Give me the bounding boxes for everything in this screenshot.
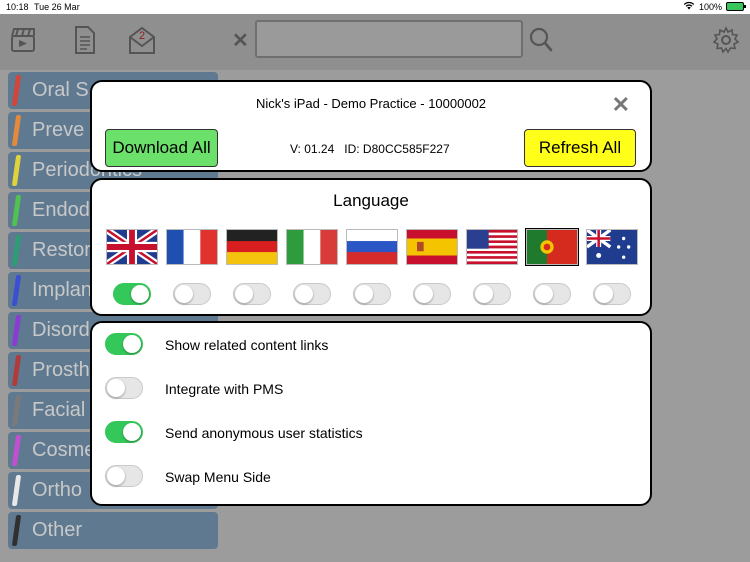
status-date: Tue 26 Mar [34, 2, 80, 12]
document-icon[interactable] [70, 24, 100, 56]
spain-flag-icon[interactable] [406, 229, 458, 265]
toggle-knob [123, 335, 141, 353]
statistics-toggle[interactable] [105, 421, 143, 443]
menu-stripe [11, 315, 22, 346]
portugal-flag-icon[interactable] [526, 229, 578, 265]
wifi-icon [683, 1, 695, 12]
menu-item-label: Implan [32, 279, 93, 301]
toggle-knob [415, 285, 433, 303]
search-icon[interactable] [526, 24, 556, 56]
toggle-knob [175, 285, 193, 303]
status-time: 10:18 [6, 2, 29, 12]
russia-flag-icon[interactable] [346, 229, 398, 265]
toggle-knob [535, 285, 553, 303]
language-toggle-en-au[interactable] [593, 283, 631, 305]
battery-icon [726, 2, 746, 11]
language-toggle-de[interactable] [233, 283, 271, 305]
menu-item-label: Disord [32, 319, 90, 341]
battery-percent: 100% [698, 1, 722, 12]
refresh-all-button[interactable]: Refresh All [524, 129, 636, 167]
setting-row-related-links: Show related content links [92, 329, 650, 359]
germany-flag-icon[interactable] [226, 229, 278, 265]
gear-icon[interactable] [711, 24, 741, 56]
toggle-knob [131, 285, 149, 303]
version-text: V: 01.24 ID: D80CC585F227 [290, 142, 450, 156]
clapperboard-icon[interactable] [8, 24, 38, 56]
menu-stripe [11, 275, 22, 306]
close-icon[interactable]: ✕ [612, 94, 630, 116]
language-toggle-pt[interactable] [533, 283, 571, 305]
menu-item-label: Cosme [32, 439, 96, 461]
mail-badge: 2 [139, 30, 146, 42]
menu-stripe [11, 235, 22, 266]
toggle-knob [355, 285, 373, 303]
language-toggle-en-us[interactable] [473, 283, 511, 305]
status-right: 100% [683, 1, 746, 12]
toggle-knob [295, 285, 313, 303]
menu-item-label: Other [32, 519, 83, 541]
app-toolbar: 2 ✕ [0, 14, 750, 70]
setting-label: Send anonymous user statistics [165, 425, 363, 441]
language-toggle-en-gb[interactable] [113, 283, 151, 305]
menu-item-label: Prosth [32, 359, 90, 381]
menu-stripe [11, 435, 22, 466]
australia-flag-icon[interactable] [586, 229, 638, 265]
pms-toggle[interactable] [105, 377, 143, 399]
menu-item-label: Facial [32, 399, 86, 421]
toggle-knob [595, 285, 613, 303]
swap-menu-toggle[interactable] [105, 465, 143, 487]
setting-row-statistics: Send anonymous user statistics [92, 417, 650, 447]
menu-item[interactable]: Other [8, 512, 218, 549]
menu-stripe [11, 395, 22, 426]
menu-item-label: Ortho [32, 479, 83, 501]
setting-row-pms: Integrate with PMS [92, 373, 650, 403]
menu-item-label: Oral S [32, 79, 89, 101]
language-panel: Language [90, 178, 652, 316]
language-toggle-fr[interactable] [173, 283, 211, 305]
mail-icon[interactable]: 2 [127, 24, 157, 56]
menu-item-label: Preve [32, 119, 85, 141]
related-links-toggle[interactable] [105, 333, 143, 355]
device-title: Nick's iPad - Demo Practice - 10000002 [255, 96, 487, 111]
menu-stripe [11, 475, 22, 506]
toggle-knob [475, 285, 493, 303]
menu-stripe [11, 515, 22, 546]
toggle-knob [123, 423, 141, 441]
menu-item-label: Endod [32, 199, 90, 221]
usa-flag-icon[interactable] [466, 229, 518, 265]
toggle-knob [107, 467, 125, 485]
menu-stripe [11, 195, 22, 226]
language-title: Language [333, 191, 409, 210]
device-panel: Nick's iPad - Demo Practice - 10000002 ✕… [90, 80, 652, 172]
setting-label: Swap Menu Side [165, 469, 271, 485]
toggle-knob [107, 379, 125, 397]
search-input[interactable] [255, 20, 523, 58]
language-toggle-it[interactable] [293, 283, 331, 305]
menu-stripe [11, 155, 22, 186]
toggle-knob [235, 285, 253, 303]
setting-label: Show related content links [165, 337, 329, 353]
uk-flag-icon[interactable] [106, 229, 158, 265]
settings-panel: Show related content links Integrate wit… [90, 321, 652, 506]
setting-row-swap-menu: Swap Menu Side [92, 461, 650, 491]
status-bar: 10:18 Tue 26 Mar 100% [0, 0, 750, 14]
download-all-button[interactable]: Download All [105, 129, 218, 167]
close-icon[interactable]: ✕ [232, 28, 249, 53]
menu-stripe [11, 115, 22, 146]
menu-stripe [11, 355, 22, 386]
italy-flag-icon[interactable] [286, 229, 338, 265]
menu-stripe [11, 75, 22, 106]
language-toggle-ru[interactable] [353, 283, 391, 305]
setting-label: Integrate with PMS [165, 381, 284, 397]
menu-item-label: Restor [32, 239, 91, 261]
language-toggle-es[interactable] [413, 283, 451, 305]
france-flag-icon[interactable] [166, 229, 218, 265]
